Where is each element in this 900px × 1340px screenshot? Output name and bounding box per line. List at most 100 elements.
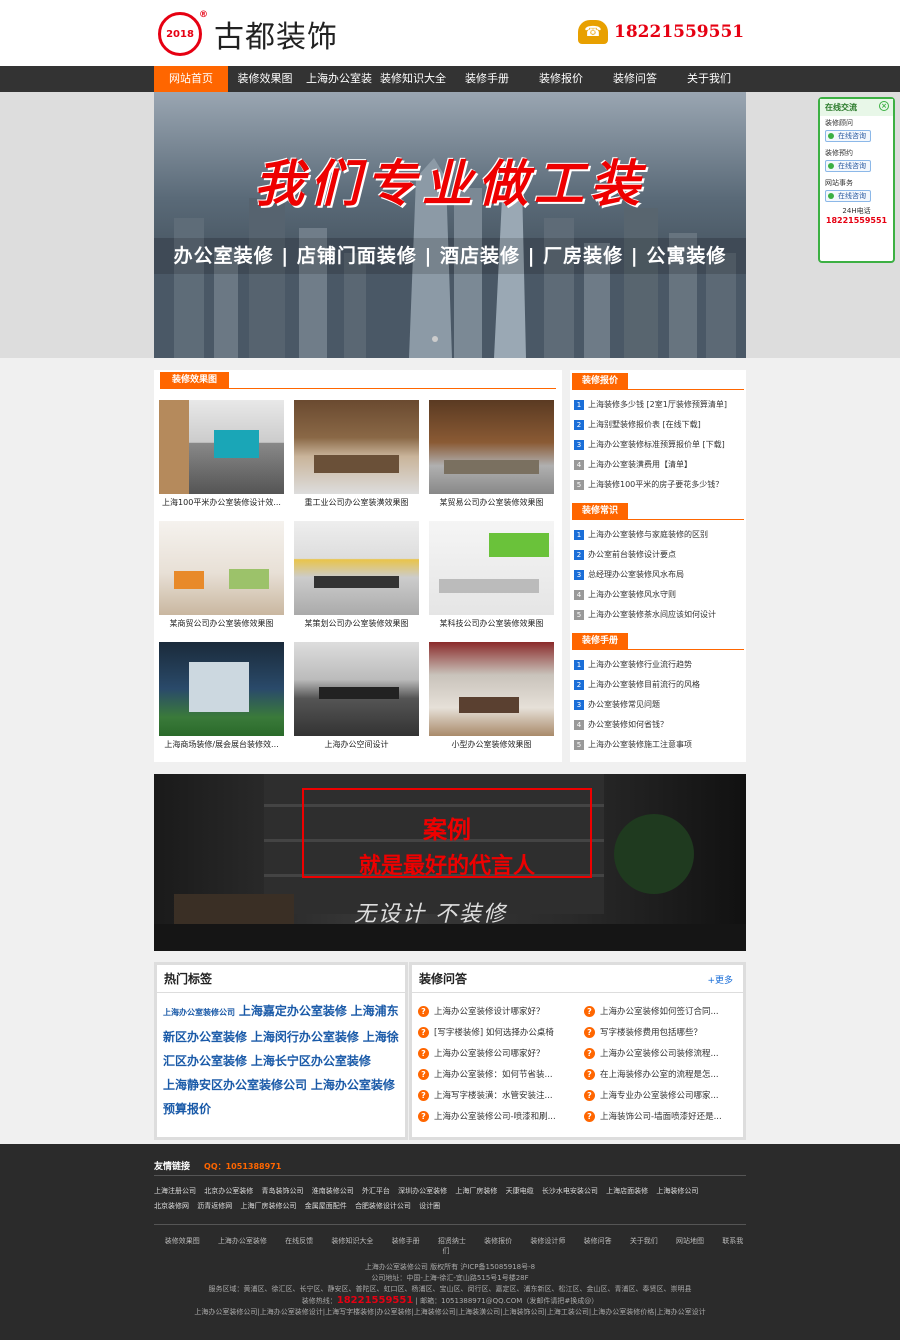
sidebar-link[interactable]: 3 办公室装修常见问题 [570, 695, 746, 715]
qa-item[interactable]: ? 上海办公室装修公司-喷漆和刷... [418, 1108, 578, 1124]
qa-item[interactable]: ? 上海办公室装修设计哪家好？ [418, 1003, 578, 1019]
qa-item[interactable]: ? 上海写字楼装潢：水管安装注... [418, 1087, 578, 1103]
qa-item[interactable]: ? 写字楼装修费用包括哪些？ [584, 1024, 744, 1040]
tag-link[interactable]: 上海闵行办公室装修 [251, 1030, 359, 1044]
nav-item-pricing[interactable]: 装修报价 [524, 66, 598, 92]
footer-nav-link[interactable]: 装修知识大全 [331, 1237, 373, 1245]
tag-link[interactable]: 上海办公室装修公司 [163, 1008, 235, 1017]
friend-link[interactable]: 上海厂房装修公司 [240, 1202, 296, 1210]
qa-item[interactable]: ? 上海办公室装修如何签订合同... [584, 1003, 744, 1019]
hero-banner[interactable]: 我们专业做工装 办公室装修 | 店铺门面装修 | 酒店装修 | 厂房装修 | 公… [154, 92, 746, 358]
friend-link[interactable]: 合肥装修设计公司 [355, 1202, 411, 1210]
gallery-card[interactable]: 重工业公司办公室装潢效果图 [294, 400, 419, 516]
friend-link[interactable]: 上海注册公司 [154, 1187, 196, 1195]
footer-nav-link[interactable]: 关于我们 [630, 1237, 658, 1245]
sidebar-title-knowledge[interactable]: 装修常识 [572, 503, 629, 519]
gallery-card[interactable]: 某策划公司办公室装修效果图 [294, 521, 419, 637]
tag-link[interactable]: 上海长宁区办公室装修 [251, 1054, 371, 1068]
gallery-caption: 重工业公司办公室装潢效果图 [304, 498, 409, 507]
friend-link[interactable]: 深圳办公室装修 [398, 1187, 447, 1195]
slider-dot[interactable] [432, 336, 438, 342]
sidebar-link[interactable]: 1 上海办公室装修行业流行趋势 [570, 655, 746, 675]
gallery-card[interactable]: 上海100平米办公室装修设计效... [159, 400, 284, 516]
footer-nav-link[interactable]: 招贤纳士 [438, 1237, 466, 1245]
qa-item[interactable]: ? [写字楼装修] 如何选择办公桌椅 [418, 1024, 578, 1040]
footer-nav-link[interactable]: 装修效果图 [165, 1237, 200, 1245]
chat-button-affairs[interactable]: 在线咨询 [825, 190, 871, 202]
footer-nav-link[interactable]: 上海办公室装修 [218, 1237, 267, 1245]
chat-panel-title-text: 在线交流 [825, 103, 857, 112]
gallery-card[interactable]: 某商贸公司办公室装修效果图 [159, 521, 284, 637]
qa-more-link[interactable]: +更多 [707, 973, 733, 986]
chat-label-booking: 装修预约 [825, 149, 853, 157]
gallery-card[interactable]: 上海商场装修/展会展台装修效... [159, 642, 284, 758]
qa-item-text: 在上海装修办公室的流程是怎... [600, 1070, 719, 1080]
sidebar-link[interactable]: 5 上海办公室装修施工注意事项 [570, 735, 746, 755]
gallery-section: 装修效果图 上海100平米办公室装修设计效... 重工业公司办公室装潢效果图 某… [154, 370, 562, 762]
sidebar-title-manual[interactable]: 装修手册 [572, 633, 629, 649]
qa-item[interactable]: ? 在上海装修办公室的流程是怎... [584, 1066, 744, 1082]
sidebar-link[interactable]: 4 上海办公室装修风水守则 [570, 585, 746, 605]
gallery-card[interactable]: 小型办公室装修效果图 [429, 642, 554, 758]
friend-link[interactable]: 金属屋面配件 [305, 1202, 347, 1210]
sidebar-link[interactable]: 2 上海别墅装修报价表 [在线下载] [570, 415, 746, 435]
qa-item[interactable]: ? 上海专业办公室装修公司哪家... [584, 1087, 744, 1103]
case-banner[interactable]: 案例 就是最好的代言人 无设计 不装修 [154, 774, 746, 951]
nav-item-home[interactable]: 网站首页 [154, 66, 228, 92]
registered-mark: ® [199, 10, 208, 20]
footer-nav-link[interactable]: 在线反馈 [285, 1237, 313, 1245]
friend-link[interactable]: 青岛装饰公司 [261, 1187, 303, 1195]
nav-item-shanghai-office[interactable]: 上海办公室装修 [302, 66, 376, 111]
nav-item-manual[interactable]: 装修手册 [450, 66, 524, 92]
friend-links-title: 友情链接 QQ：1051388971 [154, 1159, 281, 1172]
qa-item[interactable]: ? 上海办公室装修：如何节省装... [418, 1066, 578, 1082]
footer-nav-link[interactable]: 装修报价 [484, 1237, 512, 1245]
nav-item-about[interactable]: 关于我们 [672, 66, 746, 92]
sidebar-link[interactable]: 2 办公室前台装修设计要点 [570, 545, 746, 565]
rank-badge: 3 [574, 570, 584, 580]
footer-nav-link[interactable]: 网站地图 [676, 1237, 704, 1245]
chat-button-advisor[interactable]: 在线咨询 [825, 130, 871, 142]
sidebar-link[interactable]: 3 总经理办公室装修风水布局 [570, 565, 746, 585]
tag-link[interactable]: 上海嘉定办公室装修 [239, 1004, 347, 1018]
footer-nav-link[interactable]: 装修问答 [584, 1237, 612, 1245]
friend-link[interactable]: 长沙水电安装公司 [542, 1187, 598, 1195]
close-icon[interactable]: × [879, 101, 889, 111]
tag-link[interactable]: 上海静安区办公室装修公司 [163, 1078, 307, 1092]
sidebar-link[interactable]: 3 上海办公室装修标准预算报价单 [下载] [570, 435, 746, 455]
gallery-title[interactable]: 装修效果图 [160, 372, 230, 388]
sidebar-link[interactable]: 4 上海办公室装潢费用【清单】 [570, 455, 746, 475]
qa-item[interactable]: ? 上海办公室装修公司装修流程... [584, 1045, 744, 1061]
friend-link[interactable]: 外汇平台 [362, 1187, 390, 1195]
chat-label-advisor: 装修顾问 [825, 119, 853, 127]
sidebar-link[interactable]: 2 上海办公室装修目前流行的风格 [570, 675, 746, 695]
sidebar-link[interactable]: 5 上海办公室装修茶水间应该如何设计 [570, 605, 746, 625]
qa-item[interactable]: ? 上海装饰公司-墙面喷漆好还是... [584, 1108, 744, 1124]
gallery-card[interactable]: 某科技公司办公室装修效果图 [429, 521, 554, 637]
friend-link[interactable]: 上海店面装修 [606, 1187, 648, 1195]
friend-link[interactable]: 上海装修公司 [656, 1187, 698, 1195]
sidebar-link[interactable]: 1 上海装修多少钱 [2室1厅装修预算清单] [570, 395, 746, 415]
friend-link[interactable]: 沥青返修网 [197, 1202, 232, 1210]
gallery-card[interactable]: 上海办公空间设计 [294, 642, 419, 758]
gallery-card[interactable]: 某贸易公司办公室装修效果图 [429, 400, 554, 516]
friend-link[interactable]: 北京装修网 [154, 1202, 189, 1210]
rank-badge: 5 [574, 480, 584, 490]
friend-link[interactable]: 北京办公室装修 [204, 1187, 253, 1195]
nav-item-knowledge[interactable]: 装修知识大全 [376, 66, 450, 92]
nav-item-qa[interactable]: 装修问答 [598, 66, 672, 92]
sidebar-link[interactable]: 4 办公室装修如何省钱？ [570, 715, 746, 735]
nav-item-effects[interactable]: 装修效果图 [228, 66, 302, 92]
chat-button-booking[interactable]: 在线咨询 [825, 160, 871, 172]
qa-item[interactable]: ? 上海办公室装修公司哪家好？ [418, 1045, 578, 1061]
footer-nav-link[interactable]: 装修手册 [392, 1237, 420, 1245]
logo[interactable]: 2018 ® 古都装饰 [158, 10, 338, 56]
sidebar-title-pricing[interactable]: 装修报价 [572, 373, 629, 389]
friend-link[interactable]: 设计圈 [419, 1202, 440, 1210]
sidebar-link[interactable]: 1 上海办公室装修与家庭装修的区别 [570, 525, 746, 545]
sidebar-link[interactable]: 5 上海装修100平米的房子要花多少钱？ [570, 475, 746, 495]
footer-nav-link[interactable]: 装修设计师 [530, 1237, 565, 1245]
friend-link[interactable]: 淮南装修公司 [312, 1187, 354, 1195]
friend-link[interactable]: 天康电缆 [506, 1187, 534, 1195]
friend-link[interactable]: 上海厂房装修 [455, 1187, 497, 1195]
